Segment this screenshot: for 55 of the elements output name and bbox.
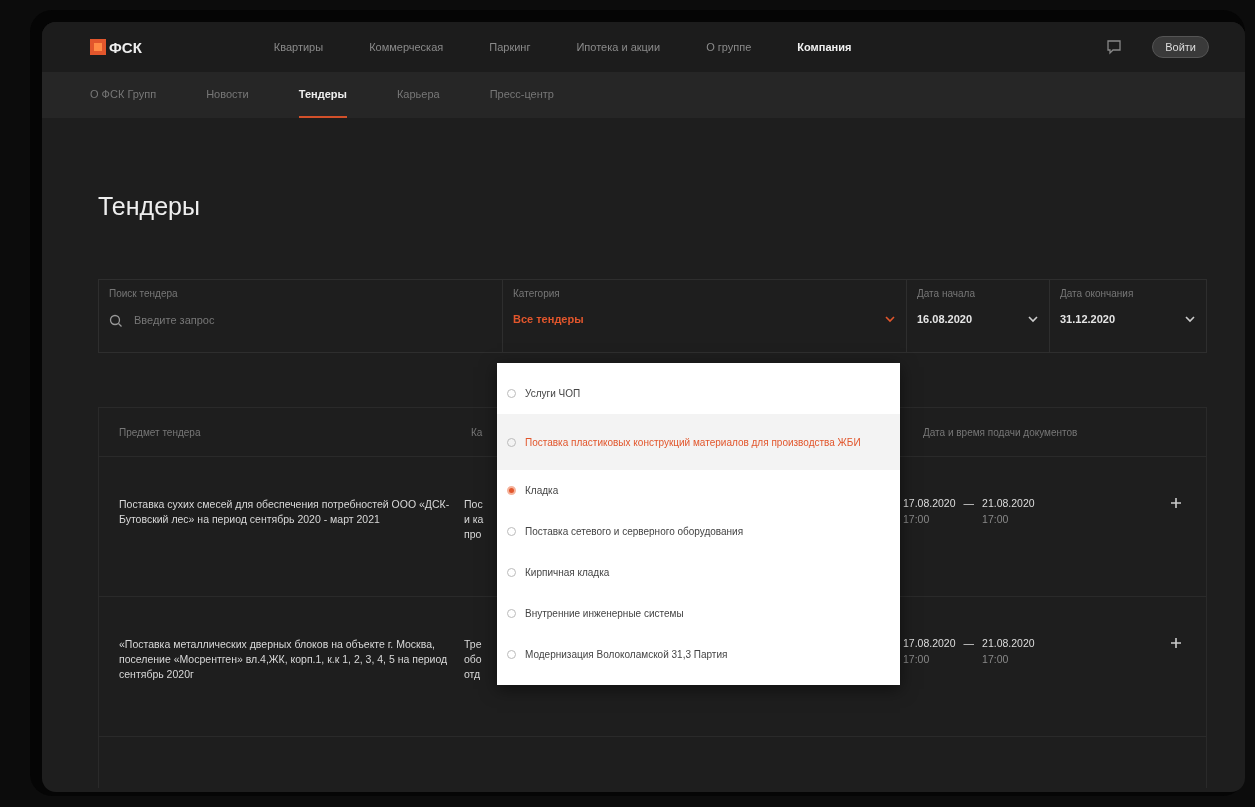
start-time: 17:00 bbox=[903, 653, 931, 665]
field-label: Категория bbox=[513, 288, 561, 299]
nav-link[interactable]: Паркинг bbox=[489, 41, 531, 53]
plus-icon[interactable] bbox=[1170, 637, 1182, 649]
field-label: Дата начала bbox=[917, 288, 976, 299]
logo-text: ФСК bbox=[109, 38, 142, 56]
category-option[interactable]: Внутренние инженерные системы bbox=[497, 593, 900, 634]
plus-icon[interactable] bbox=[1170, 497, 1182, 509]
dash-separator: — bbox=[963, 637, 975, 649]
category-option[interactable]: Кладка bbox=[497, 470, 900, 511]
chevron-icon bbox=[884, 314, 896, 324]
column-header: Дата и время подачи документов bbox=[922, 426, 1079, 438]
chevron-icon bbox=[1184, 314, 1196, 324]
end-time: 17:00 bbox=[982, 513, 1010, 525]
column-header: Ка bbox=[470, 426, 484, 438]
login-button[interactable]: Войти bbox=[1152, 36, 1209, 58]
tender-subject: Поставка сухих смесей для обеспечения потребностей ООО «ДСК-Бутовский лес» на период сентябрь 2020 - март 2021 bbox=[118, 497, 451, 527]
table-cell-text: про bbox=[464, 527, 482, 542]
start-date: 17.08.2020 bbox=[903, 497, 956, 509]
end-time: 17:00 bbox=[982, 653, 1010, 665]
chat-icon[interactable] bbox=[1106, 39, 1123, 55]
category-option[interactable]: Поставка сетевого и серверного оборудования bbox=[497, 511, 900, 552]
date-field[interactable]: 31.12.2020 bbox=[1060, 313, 1196, 325]
radio-button[interactable] bbox=[507, 486, 516, 495]
logo-square-icon bbox=[90, 39, 106, 55]
category-option[interactable]: Кирпичная кладка bbox=[497, 552, 900, 593]
chevron-icon bbox=[1027, 314, 1039, 324]
column-header: Предмет тендера bbox=[118, 426, 202, 438]
category-option[interactable]: Услуги ЧОП bbox=[497, 373, 900, 414]
start-date: 17.08.2020 bbox=[903, 637, 956, 649]
nav-link[interactable]: Компания bbox=[797, 41, 852, 53]
date-field[interactable]: 16.08.2020 bbox=[917, 313, 1039, 325]
table-cell-text: обо bbox=[464, 652, 482, 667]
page-title: Тендеры bbox=[98, 192, 201, 221]
nav-link[interactable]: Коммерческая bbox=[369, 41, 444, 53]
category-dropdown[interactable]: Все тендеры bbox=[513, 313, 896, 325]
search-icon bbox=[109, 313, 122, 327]
table-cell-text: Пос bbox=[464, 497, 483, 512]
nav-link[interactable]: Квартиры bbox=[273, 41, 324, 53]
table-cell-text: и ка bbox=[464, 512, 484, 527]
table-cell-text: отд bbox=[464, 667, 481, 682]
dash-separator: — bbox=[963, 497, 975, 509]
end-date: 21.08.2020 bbox=[982, 637, 1035, 649]
tender-subject: «Поставка металлических дверных блоков на объекте г. Москва, поселение «Мосрентген» вл.4,ЖК, корп.1, к.к 1, 2, 3, 4, 5 на период сентябрь 2020г bbox=[118, 637, 449, 682]
sub-nav-tab[interactable]: Тендеры bbox=[298, 72, 347, 118]
table-cell-text: Тре bbox=[464, 637, 482, 652]
nav-link[interactable]: О группе bbox=[706, 41, 752, 53]
category-option[interactable]: Поставка пластиковых конструкций материалов для производства ЖБИ bbox=[497, 414, 900, 470]
nav-link[interactable]: Ипотека и акции bbox=[576, 41, 661, 53]
search-field[interactable]: Введите запрос bbox=[132, 313, 436, 327]
field-label: Поиск тендера bbox=[109, 288, 179, 299]
start-time: 17:00 bbox=[903, 513, 931, 525]
field-label: Дата окончания bbox=[1060, 288, 1135, 299]
end-date: 21.08.2020 bbox=[982, 497, 1035, 509]
category-option[interactable]: Модернизация Волоколамской 31,3 Партия bbox=[497, 634, 900, 675]
